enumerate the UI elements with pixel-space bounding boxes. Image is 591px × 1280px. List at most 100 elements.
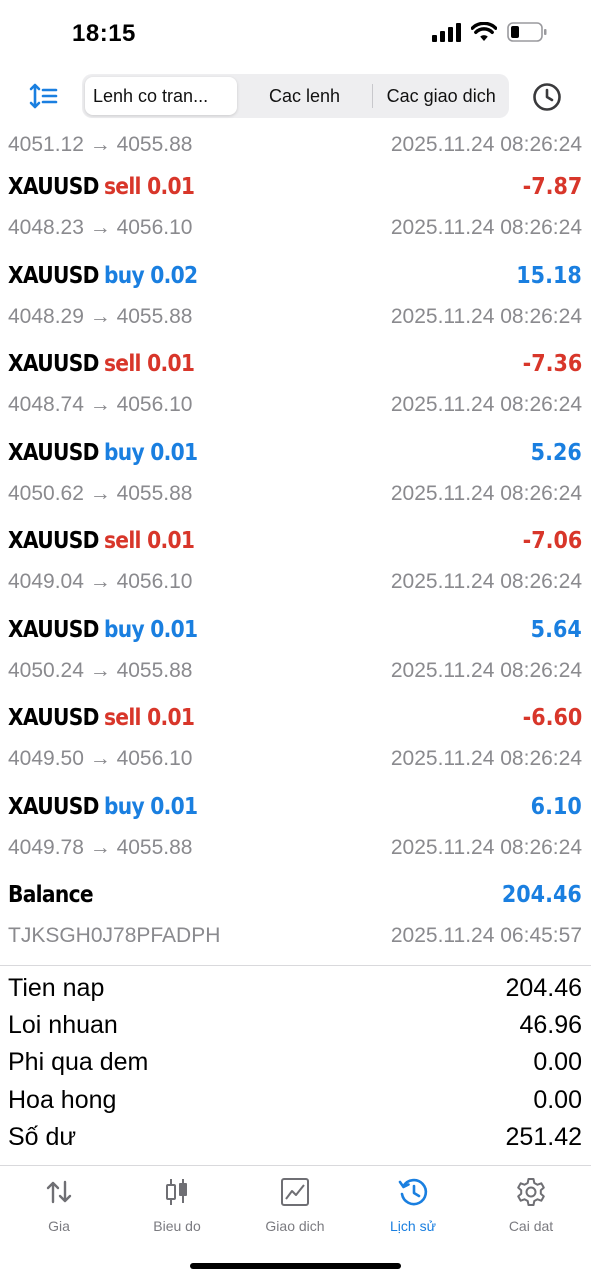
deal-symbol: XAUUSD xyxy=(8,793,99,820)
deal-side: buy 0.02 xyxy=(103,262,198,289)
list-item[interactable]: XAUUSD buy 0.02 15.18 4048.29 → 4055.88 2… xyxy=(0,255,591,344)
summary-value: 251.42 xyxy=(505,1122,582,1151)
history-toolbar: Lenh co tran... Cac lenh Cac giao dich xyxy=(0,72,591,122)
list-item[interactable]: XAUUSD buy 0.01 5.64 4050.24 → 4055.88 20… xyxy=(0,609,591,698)
list-item[interactable]: XAUUSD sell 0.01 -7.06 4049.04 → 4056.10 … xyxy=(0,520,591,609)
deal-side: buy 0.01 xyxy=(103,616,198,643)
history-summary: Tien nap 204.46 Loi nhuan 46.96 Phi qua … xyxy=(0,970,591,1156)
tab-label: Lịch sử xyxy=(390,1218,436,1234)
status-bar: 18:15 xyxy=(0,0,591,70)
summary-deposit: Tien nap 204.46 xyxy=(0,970,591,1007)
deal-prices: 4050.62 → 4055.88 xyxy=(8,481,193,505)
deal-time: 2025.11.24 08:26:24 xyxy=(390,393,582,416)
deal-side: buy 0.01 xyxy=(103,439,198,466)
deal-profit: -7.87 xyxy=(522,174,582,200)
list-item[interactable]: XAUUSD sell 0.01 -6.60 4049.50 → 4056.10 … xyxy=(0,697,591,786)
sort-icon[interactable] xyxy=(28,82,60,112)
deal-time: 2025.11.24 08:26:24 xyxy=(390,658,582,682)
deal-time: 2025.11.24 08:26:24 xyxy=(390,133,582,156)
summary-label: Tien nap xyxy=(8,974,105,1003)
deal-side: sell 0.01 xyxy=(103,528,195,554)
tab-quotes[interactable]: Gia xyxy=(0,1176,118,1236)
tab-bar: Gia Bieu do Giao dich Lịch sử Cai dat xyxy=(0,1165,591,1280)
trade-chart-icon xyxy=(281,1178,309,1206)
deal-symbol: XAUUSD xyxy=(8,616,99,643)
quotes-icon xyxy=(46,1180,72,1204)
list-item[interactable]: XAUUSD sell 0.01 -7.36 4048.74 → 4056.10 … xyxy=(0,343,591,432)
summary-label: Phi qua dem xyxy=(8,1048,149,1077)
deal-side: sell 0.01 xyxy=(103,351,195,377)
status-time: 18:15 xyxy=(72,20,136,47)
deal-profit: -7.36 xyxy=(522,351,582,377)
summary-value: 0.00 xyxy=(533,1048,582,1077)
segment-orders[interactable]: Cac lenh xyxy=(237,77,373,115)
wifi-icon xyxy=(471,22,497,42)
deal-profit: 6.10 xyxy=(530,793,582,820)
deal-profit: -7.06 xyxy=(522,528,582,554)
list-item[interactable]: 4051.12 → 4055.88 2025.11.24 08:26:24 xyxy=(0,128,591,166)
home-indicator[interactable] xyxy=(190,1263,401,1269)
deal-prices: 4049.50 → 4056.10 xyxy=(8,747,193,770)
segment-deals[interactable]: Cac giao dich xyxy=(373,77,509,115)
summary-swap: Phi qua dem 0.00 xyxy=(0,1044,591,1081)
history-icon xyxy=(398,1178,428,1206)
deal-time: 2025.11.24 08:26:24 xyxy=(390,304,582,328)
summary-value: 46.96 xyxy=(519,1011,582,1040)
segment-positions[interactable]: Lenh co tran... xyxy=(85,77,237,115)
deal-prices: 4048.23 → 4056.10 xyxy=(8,216,193,239)
deal-prices: 4050.24 → 4055.88 xyxy=(8,658,193,682)
deal-profit: -6.60 xyxy=(522,705,582,731)
deal-prices: 4049.78 → 4055.88 xyxy=(8,835,193,859)
tab-history[interactable]: Lịch sử xyxy=(354,1176,472,1236)
deal-time: 2025.11.24 08:26:24 xyxy=(390,481,582,505)
battery-icon xyxy=(507,22,547,42)
list-item[interactable]: XAUUSD sell 0.01 -7.87 4048.23 → 4056.10 … xyxy=(0,166,591,255)
gear-icon xyxy=(517,1178,545,1206)
history-segmented-control: Lenh co tran... Cac lenh Cac giao dich xyxy=(82,74,509,118)
candlestick-icon xyxy=(166,1179,187,1205)
deal-time: 2025.11.24 08:26:24 xyxy=(390,570,582,593)
deals-list[interactable]: 4051.12 → 4055.88 2025.11.24 08:26:24 XA… xyxy=(0,128,591,963)
deal-symbol: XAUUSD xyxy=(8,705,99,731)
summary-label: Hoa hong xyxy=(8,1085,117,1114)
deal-symbol: XAUUSD xyxy=(8,174,99,200)
tab-label: Giao dich xyxy=(265,1218,325,1234)
tab-chart[interactable]: Bieu do xyxy=(118,1176,236,1236)
deal-prices: 4051.12 → 4055.88 xyxy=(8,133,193,156)
list-item[interactable]: XAUUSD buy 0.01 5.26 4050.62 → 4055.88 20… xyxy=(0,432,591,521)
tab-trade[interactable]: Giao dich xyxy=(236,1176,354,1236)
list-item[interactable]: XAUUSD buy 0.01 6.10 4049.78 → 4055.88 20… xyxy=(0,786,591,875)
summary-value: 0.00 xyxy=(533,1085,582,1114)
balance-reference: TJKSGH0J78PFADPH xyxy=(8,924,221,947)
deal-side: sell 0.01 xyxy=(103,705,195,731)
summary-label: Số dư xyxy=(8,1122,77,1151)
deal-symbol: XAUUSD xyxy=(8,351,99,377)
divider xyxy=(0,965,591,966)
deal-prices: 4048.29 → 4055.88 xyxy=(8,304,193,328)
deal-profit: 5.64 xyxy=(530,616,582,643)
cellular-signal-icon xyxy=(432,22,461,42)
deal-profit: 15.18 xyxy=(516,262,582,289)
clock-icon[interactable] xyxy=(531,81,563,113)
deal-symbol: XAUUSD xyxy=(8,528,99,554)
deal-time: 2025.11.24 08:26:24 xyxy=(390,216,582,239)
tab-settings[interactable]: Cai dat xyxy=(472,1176,590,1236)
deal-profit: 5.26 xyxy=(530,439,582,466)
status-icons xyxy=(432,22,547,42)
deal-time: 2025.11.24 08:26:24 xyxy=(390,835,582,859)
tab-label: Gia xyxy=(48,1218,70,1234)
summary-commission: Hoa hong 0.00 xyxy=(0,1082,591,1119)
deal-side: sell 0.01 xyxy=(103,174,195,200)
deal-time: 2025.11.24 08:26:24 xyxy=(390,747,582,770)
summary-label: Loi nhuan xyxy=(8,1011,118,1040)
balance-label: Balance xyxy=(8,882,94,908)
deal-prices: 4048.74 → 4056.10 xyxy=(8,393,193,416)
deal-symbol: XAUUSD xyxy=(8,262,99,289)
summary-profit: Loi nhuan 46.96 xyxy=(0,1007,591,1044)
deal-symbol: XAUUSD xyxy=(8,439,99,466)
deal-side: buy 0.01 xyxy=(103,793,198,820)
summary-value: 204.46 xyxy=(505,974,582,1003)
tab-label: Bieu do xyxy=(153,1218,201,1234)
balance-row[interactable]: Balance 204.46 TJKSGH0J78PFADPH 2025.11.… xyxy=(0,874,591,963)
balance-time: 2025.11.24 06:45:57 xyxy=(390,924,582,947)
